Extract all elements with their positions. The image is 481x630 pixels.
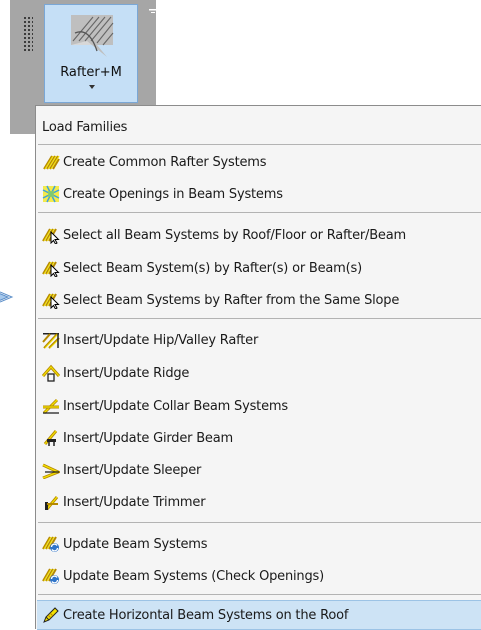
menu-separator	[38, 522, 481, 523]
ridge-icon	[42, 364, 60, 382]
menu-item-label: Insert/Update Trimmer	[63, 494, 206, 510]
rafter-dropdown-menu: Load Families Create Common Rafter Syste…	[35, 105, 481, 630]
menu-item-update-beam-systems[interactable]: Update Beam Systems	[42, 529, 481, 559]
menu-item-label: Insert/Update Collar Beam Systems	[63, 398, 288, 414]
menu-item-insert-collar-beam-systems[interactable]: Insert/Update Collar Beam Systems	[42, 391, 481, 421]
menu-separator	[38, 144, 481, 145]
menu-item-label: Insert/Update Girder Beam	[63, 430, 233, 446]
beam-opening-icon	[42, 185, 60, 203]
menu-item-create-openings[interactable]: Create Openings in Beam Systems	[42, 179, 481, 209]
rafter-m-button[interactable]: Rafter+M	[44, 4, 138, 103]
trimmer-icon	[45, 496, 59, 510]
menu-item-insert-girder-beam[interactable]: Insert/Update Girder Beam	[42, 423, 481, 453]
menu-item-select-beam-system-by-rafter[interactable]: Select Beam System(s) by Rafter(s) or Be…	[42, 253, 481, 283]
menu-item-label: Select Beam System(s) by Rafter(s) or Be…	[63, 260, 362, 276]
menu-separator	[38, 318, 481, 319]
select-rafters-icon	[42, 228, 60, 244]
hip-valley-rafter-icon	[42, 333, 60, 349]
panel-grip-handle[interactable]	[23, 16, 33, 52]
menu-item-label: Create Horizontal Beam Systems on the Ro…	[63, 607, 349, 623]
collar-beam-icon	[42, 398, 59, 415]
menu-item-insert-ridge[interactable]: Insert/Update Ridge	[42, 358, 481, 388]
menu-item-label: Create Openings in Beam Systems	[63, 186, 283, 202]
update-beam-systems-icon	[42, 536, 59, 552]
menu-item-insert-sleeper[interactable]: Insert/Update Sleeper	[42, 455, 481, 485]
rafter-m-button-label: Rafter+M	[60, 65, 122, 80]
rafter-system-icon	[43, 155, 60, 170]
menu-separator	[38, 594, 481, 595]
menu-item-update-beam-systems-check-openings[interactable]: Update Beam Systems (Check Openings)	[42, 561, 481, 591]
menu-item-create-common-rafter-systems[interactable]: Create Common Rafter Systems	[42, 147, 481, 177]
panel-pin-icon[interactable]	[148, 8, 158, 18]
menu-item-create-horizontal-beam-systems[interactable]: Create Horizontal Beam Systems on the Ro…	[37, 600, 481, 630]
select-rafters-icon	[42, 261, 60, 277]
menu-item-label: Select Beam Systems by Rafter from the S…	[63, 292, 400, 308]
menu-item-label: Load Families	[42, 119, 128, 135]
update-beam-systems-icon	[42, 568, 59, 584]
menu-separator	[38, 212, 481, 213]
menu-item-select-all-beam-systems[interactable]: Select all Beam Systems by Roof/Floor or…	[42, 220, 481, 250]
menu-item-label: Insert/Update Hip/Valley Rafter	[63, 332, 259, 348]
menu-item-label: Insert/Update Sleeper	[63, 462, 202, 478]
girder-beam-icon	[43, 430, 58, 446]
menu-item-label: Select all Beam Systems by Roof/Floor or…	[63, 227, 406, 243]
menu-item-label: Update Beam Systems	[63, 536, 208, 552]
menu-item-load-families[interactable]: Load Families	[42, 112, 481, 142]
menu-item-insert-hip-valley-rafter[interactable]: Insert/Update Hip/Valley Rafter	[42, 325, 481, 355]
menu-item-insert-trimmer[interactable]: Insert/Update Trimmer	[42, 487, 481, 517]
horizontal-beam-pencil-icon	[43, 607, 59, 623]
menu-item-label: Insert/Update Ridge	[63, 365, 190, 381]
menu-item-select-beam-systems-same-slope[interactable]: Select Beam Systems by Rafter from the S…	[42, 285, 481, 315]
expand-arrow-icon	[0, 291, 14, 303]
menu-item-label: Update Beam Systems (Check Openings)	[63, 568, 324, 584]
menu-item-label: Create Common Rafter Systems	[63, 154, 267, 170]
rafter-pattern-icon	[71, 15, 114, 57]
sleeper-icon	[42, 463, 60, 479]
select-rafters-icon	[42, 293, 60, 309]
dropdown-arrow-icon	[89, 85, 95, 89]
